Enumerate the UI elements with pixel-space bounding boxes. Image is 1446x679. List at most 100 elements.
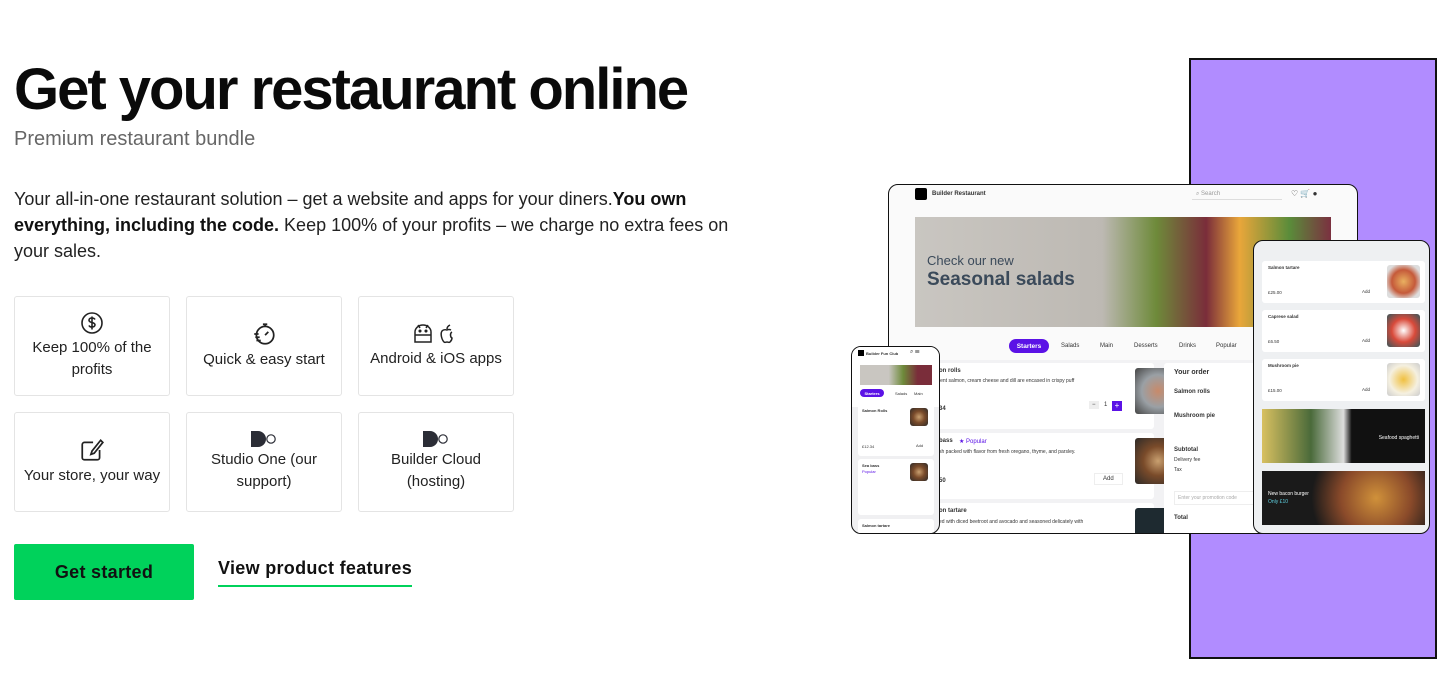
search-placeholder: Search [1201,191,1221,197]
popular-badge: Popular [862,469,876,474]
android-apple-icon [414,324,453,344]
tax-label: Tax [1174,467,1182,473]
item-name: Salmon tartare [1268,265,1300,270]
food-image [1387,265,1420,298]
feature-card-apps: Android & iOS apps [358,296,514,396]
food-image [910,408,928,426]
item-name: Mushroom pie [1268,363,1299,368]
menu-item: on rolls lent salmon, cream cheese and d… [929,363,1181,429]
feature-label: Android & iOS apps [370,350,502,367]
food-image [1387,314,1420,347]
description: Your all-in-one restaurant solution – ge… [14,186,734,264]
header-icons: ♡ 🛒 ● [1291,189,1318,198]
brand-logo [915,188,927,200]
item-price: 34 [939,406,946,412]
menu-item: Caprese salad £6.50 Add [1262,310,1425,352]
tab-starters[interactable]: Starters [860,389,884,397]
tab-starters[interactable]: Starters [1009,339,1049,353]
feature-label: Builder Cloud (hosting) [390,451,482,490]
page-title: Get your restaurant online [14,57,689,122]
tab-desserts[interactable]: Desserts [1134,343,1158,349]
banner-line1: Check our new [927,253,1014,268]
menu-item: Sea bass Popular [858,459,934,515]
order-panel: Your order Salmon rolls Mushroom pie Sub… [1164,363,1264,533]
item-desc: ed with diced beetroot and avocado and s… [939,519,1084,525]
builder-logo-icon [423,431,448,447]
add-button[interactable]: Add [1094,473,1123,485]
edit-icon [81,438,104,461]
item-price: £15.00 [1268,388,1282,393]
brand-name: Builder Fun Club [866,351,899,356]
food-image [1387,363,1420,396]
add-button[interactable]: Add [1362,387,1370,392]
feature-card-studio-one: Studio One (our support) [186,412,342,512]
stopwatch-icon [254,323,275,345]
item-price: £6.50 [1268,339,1280,344]
menu-item: bass ★ Popular sh packed with flavor fro… [929,433,1181,499]
page-subtitle: Premium restaurant bundle [14,128,256,150]
menu-item: Mushroom pie £15.00 Add [1262,359,1425,401]
tab-popular[interactable]: Popular [1216,343,1237,349]
order-title: Your order [1174,369,1210,376]
description-text: Your all-in-one restaurant solution – ge… [14,189,613,209]
item-qty: 1 [1104,402,1108,408]
item-desc: sh packed with flavor from fresh oregano… [939,449,1076,455]
menu-item: Salmon Rolls £12.34 Add [858,404,934,456]
dollar-circle-icon [81,312,103,334]
view-product-features-link[interactable]: View product features [218,558,413,587]
order-item: Mushroom pie [1174,413,1216,419]
item-price: £12.34 [862,444,875,449]
banner-line2: Seasonal salads [927,269,1075,290]
order-item: Salmon rolls [1174,389,1211,395]
promo-price: Only £10 [1268,499,1289,505]
popular-badge: Popular [966,439,987,445]
feature-label: Studio One (our support) [211,451,317,490]
feature-label: Keep 100% of the profits [32,339,152,378]
feature-card-store: Your store, your way [14,412,170,512]
item-name: on rolls [939,368,961,374]
add-button[interactable]: Add [1362,338,1370,343]
item-desc: lent salmon, cream cheese and dill are e… [939,378,1075,384]
promo-banner-burger: New bacon burger Only £10 [1262,471,1425,525]
phone-mockup: Builder Fun Club ⌕ ☰ Starters Salads Mai… [851,346,940,534]
feature-card-profits: Keep 100% of the profits [14,296,170,396]
feature-card-quick-start: Quick & easy start [186,296,342,396]
header-icons: ⌕ ☰ [910,349,920,355]
subtotal-label: Subtotal [1174,447,1198,453]
feature-label: Your store, your way [23,467,161,484]
banner-image [860,365,932,385]
tab-salads[interactable]: Salads [1061,343,1079,349]
tablet-mockup: Salmon tartare £25.00 Add Caprese salad … [1253,240,1430,534]
add-button[interactable]: Add [1362,289,1370,294]
promo-text: Seafood spaghetti [1378,435,1419,441]
tab-main[interactable]: Main [914,391,923,396]
promo-banner-spaghetti: Seafood spaghetti [1262,409,1425,463]
food-image [910,463,928,481]
brand-name: Builder Restaurant [932,191,986,197]
menu-item: Salmon tartare [858,519,934,533]
item-name: Sea bass [862,463,880,468]
feature-card-builder-cloud: Builder Cloud (hosting) [358,412,514,512]
increment-button[interactable]: + [1112,401,1122,411]
item-name: Salmon Rolls [862,408,888,413]
item-name: Caprese salad [1268,314,1299,319]
tab-salads[interactable]: Salads [895,391,907,396]
delivery-label: Delivery fee [1174,457,1201,463]
search-input[interactable]: ⌕ Search [1192,188,1282,200]
feature-label: Quick & easy start [203,351,325,368]
item-name: Salmon tartare [862,523,891,528]
brand-logo [858,350,864,356]
item-price: £25.00 [1268,290,1282,295]
total-label: Total [1174,515,1188,521]
tab-main[interactable]: Main [1100,343,1113,349]
add-button[interactable]: Add [916,443,923,448]
promo-text: New bacon burger [1268,491,1309,497]
builder-logo-icon [251,431,276,447]
tab-drinks[interactable]: Drinks [1179,343,1196,349]
menu-item: on tartare ed with diced beetroot and av… [929,503,1181,533]
menu-item: Salmon tartare £25.00 Add [1262,261,1425,303]
promo-input[interactable]: Enter your promotion code [1174,491,1259,505]
item-price: 50 [939,478,946,484]
item-name: bass [939,438,953,444]
get-started-button[interactable]: Get started [14,544,194,600]
